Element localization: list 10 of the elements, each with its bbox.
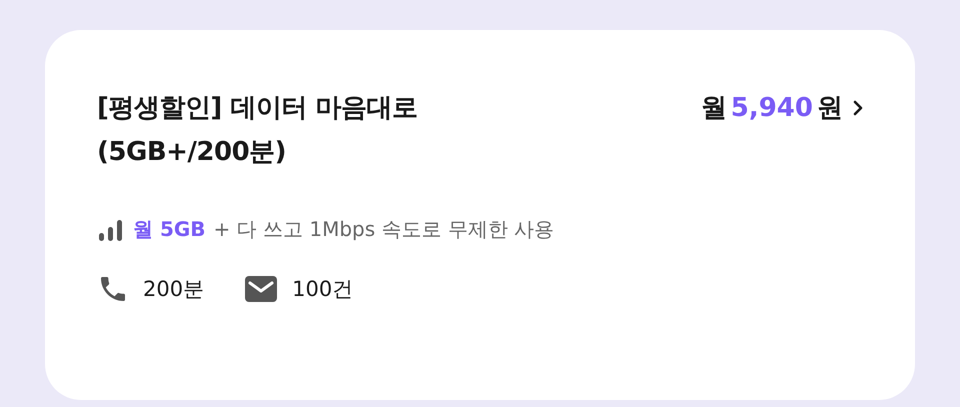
signal-icon — [97, 218, 125, 242]
plan-title: [평생할인] 데이터 마음대로 (5GB+/200분) — [97, 92, 418, 169]
data-detail: + 다 쓰고 1Mbps 속도로 무제한 사용 — [214, 216, 554, 243]
mail-icon — [244, 275, 278, 303]
chevron-icon — [853, 100, 863, 116]
voice-allowance: 200분 — [143, 276, 204, 303]
data-allowance: 월 5GB — [133, 216, 206, 243]
price-link[interactable]: 월 5,940 원 — [700, 86, 863, 130]
sms-allowance: 100건 — [292, 276, 354, 303]
plan-card[interactable]: [평생할인] 데이터 마음대로 (5GB+/200분) 월 5,940 원 월 5GB + 다 쓰고 1Mbps 속도로 무제한 사용 200분 100건 — [45, 30, 915, 400]
